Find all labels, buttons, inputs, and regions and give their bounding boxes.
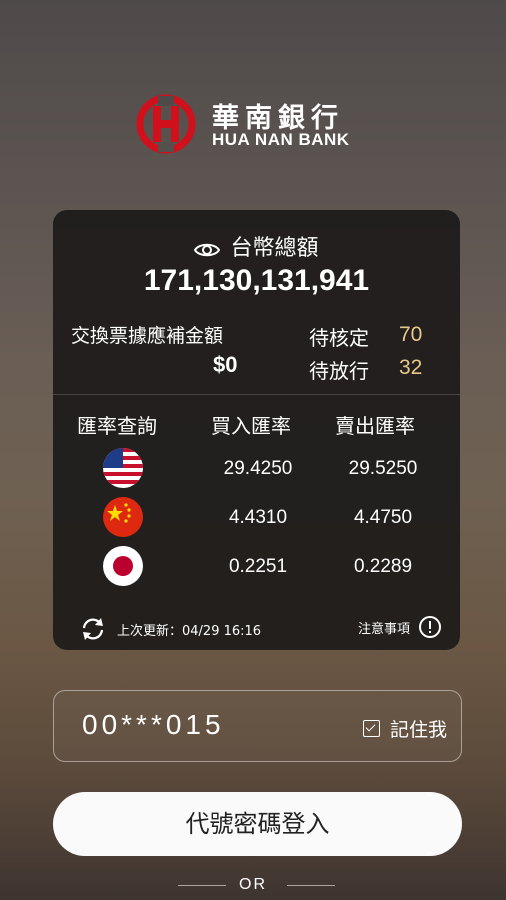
- balance-title-label: 台幣總額: [230, 236, 319, 261]
- info-alert-icon[interactable]: [418, 615, 442, 639]
- last-update[interactable]: 上次更新：04/29 16:16: [79, 617, 261, 641]
- refresh-icon[interactable]: [79, 617, 107, 641]
- supplement-value: $0: [213, 352, 238, 377]
- last-update-text: 上次更新：04/29 16:16: [117, 623, 262, 639]
- account-summary-card: 台幣總額 171,130,131,941 交換票據應補金額 $0 待核定 70 …: [53, 210, 460, 650]
- pending-release-label[interactable]: 待放行: [309, 355, 369, 384]
- bank-name-english: HUA NAN BANK: [212, 130, 350, 149]
- card-divider: [53, 394, 460, 395]
- notice-link[interactable]: 注意事項: [358, 615, 442, 639]
- cny-sell-rate: 4.4750: [353, 507, 413, 528]
- jpy-sell-rate: 0.2289: [353, 556, 413, 577]
- pending-approval-count[interactable]: 70: [399, 323, 422, 347]
- or-divider-right: [287, 885, 335, 886]
- remember-me-label: 記住我: [389, 719, 447, 741]
- rate-header-query[interactable]: 匯率查詢: [77, 410, 157, 439]
- balance-title[interactable]: 台幣總額: [53, 230, 460, 262]
- remember-me-toggle[interactable]: 記住我: [362, 715, 447, 742]
- usd-buy-rate: 29.4250: [223, 458, 293, 479]
- us-flag-icon: [103, 448, 143, 488]
- password-login-button[interactable]: 代號密碼登入: [53, 792, 462, 856]
- cn-flag-icon: [103, 497, 143, 537]
- rate-header-buy: 買入匯率: [211, 414, 291, 438]
- cny-buy-rate: 4.4310: [228, 507, 288, 528]
- supplement-label: 交換票據應補金額: [71, 325, 224, 347]
- account-value[interactable]: 00***015: [82, 709, 225, 741]
- usd-sell-rate: 29.5250: [348, 458, 418, 479]
- jpy-buy-rate: 0.2251: [228, 556, 288, 577]
- pending-approval-label[interactable]: 待核定: [309, 322, 369, 351]
- account-field[interactable]: 00***015 記住我: [53, 690, 462, 762]
- balance-value: 171,130,131,941: [143, 264, 370, 297]
- notice-label: 注意事項: [357, 621, 410, 637]
- bank-logo: 華南銀行 HUA NAN BANK: [136, 94, 368, 156]
- pending-release-count[interactable]: 32: [399, 356, 422, 380]
- remember-me-checkbox[interactable]: [362, 720, 380, 737]
- or-separator: OR: [239, 876, 267, 893]
- rate-header-sell: 賣出匯率: [335, 414, 415, 438]
- jp-flag-icon: [103, 546, 143, 586]
- hua-nan-logo-icon: [136, 94, 196, 154]
- eye-icon[interactable]: [194, 241, 221, 259]
